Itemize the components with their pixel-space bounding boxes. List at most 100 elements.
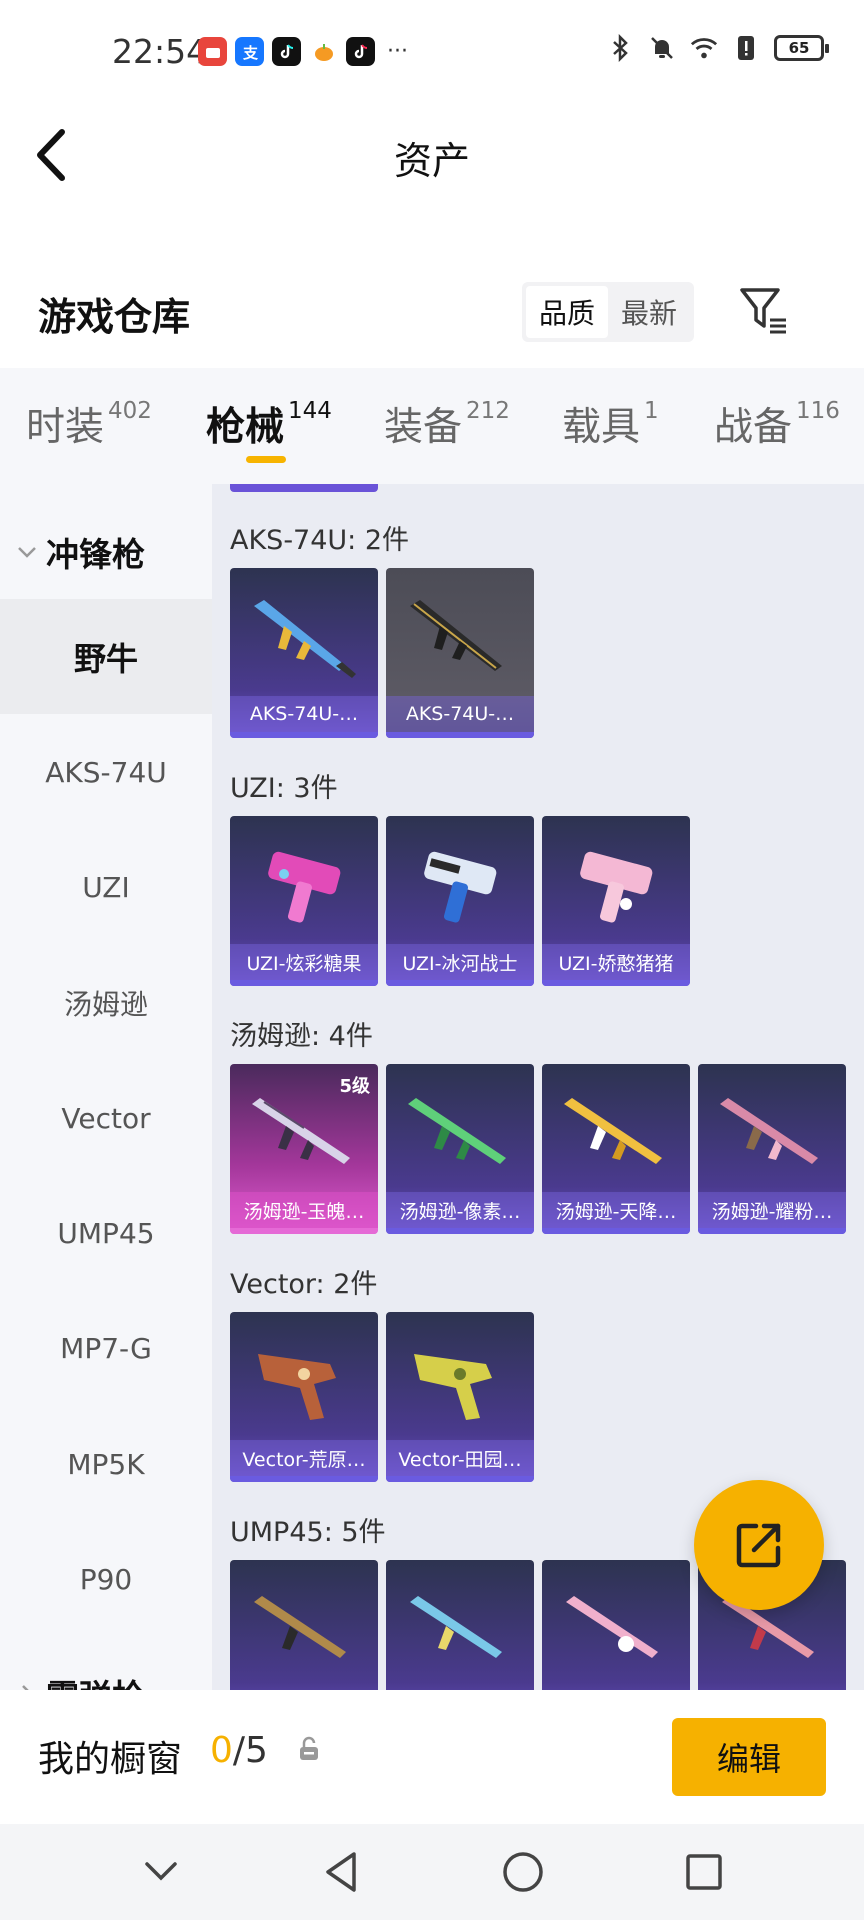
page-title: 资产 (393, 139, 470, 183)
nav-recents-button[interactable] (674, 1842, 734, 1902)
showcase-count-max: /5 (232, 1730, 268, 1771)
tab-firearms[interactable]: 枪械 144 (206, 396, 332, 452)
chevron-down-icon (18, 547, 36, 558)
card-label-bar: UZI-冰河战士 (386, 944, 534, 980)
sidebar-item-thompson[interactable]: 汤姆逊 (0, 945, 212, 1060)
rarity-bar (386, 980, 534, 986)
previous-card-edge (230, 484, 378, 492)
card-label: AKS-74U-… (249, 703, 359, 725)
notification-icons: 支 ··· (198, 37, 408, 66)
status-time: 22:54 (112, 32, 208, 71)
weapon-card[interactable]: AKS-74U-… (230, 568, 378, 738)
tab-count: 402 (108, 398, 152, 424)
weapon-card[interactable]: 汤姆逊-耀粉… (698, 1064, 846, 1234)
card-label: AKS-74U-… (405, 703, 515, 725)
sidebar-item-uzi[interactable]: UZI (0, 830, 212, 945)
tab-equipment[interactable]: 装备 212 (384, 396, 510, 452)
category-tabs: 时装 402 枪械 144 装备 212 载具 1 战备 116 (0, 368, 864, 484)
status-bar: 22:54 支 ··· 65 (0, 0, 864, 100)
share-external-icon (736, 1523, 781, 1568)
card-label: 汤姆逊-玉魄… (243, 1200, 365, 1223)
tab-label: 战备 (714, 405, 793, 450)
weapon-card[interactable] (542, 1560, 690, 1690)
sidebar-item-ump45[interactable]: UMP45 (0, 1176, 212, 1291)
chevron-down-icon (144, 1862, 177, 1881)
sidebar-item-bizon[interactable]: 野牛 (0, 599, 212, 714)
sort-newest-option[interactable]: 最新 (608, 286, 690, 338)
showcase-count: 0 /5 (210, 1730, 268, 1771)
svg-text:支: 支 (242, 44, 259, 62)
sidebar-item-mp7g[interactable]: MP7-G (0, 1291, 212, 1406)
edit-button[interactable]: 编辑 (672, 1718, 826, 1796)
tab-count: 144 (288, 398, 332, 424)
section-title: UMP45: 5件 (230, 1517, 386, 1548)
sidebar-item-mp5k[interactable]: MP5K (0, 1407, 212, 1522)
rarity-bar (230, 1228, 378, 1234)
more-notifications-icon: ··· (387, 39, 408, 64)
sidebar-item-aks74u[interactable]: AKS-74U (0, 715, 212, 830)
rarity-bar (230, 1476, 378, 1482)
section-title: 汤姆逊: 4件 (230, 1021, 373, 1052)
weapon-card[interactable]: 汤姆逊-天降… (542, 1064, 690, 1234)
filter-button[interactable] (738, 284, 790, 336)
weapon-card[interactable]: UZI-冰河战士 (386, 816, 534, 986)
sidebar-item-p90[interactable]: P90 (0, 1522, 212, 1637)
huawei-mall-icon (198, 37, 227, 66)
weapon-card[interactable]: 5级 汤姆逊-玉魄… (230, 1064, 378, 1234)
sidebar-group-shotgun[interactable]: 霰弹枪 (16, 1670, 145, 1690)
sidebar-item-vector[interactable]: Vector (0, 1061, 212, 1176)
showcase-bar: 我的橱窗 0 /5 编辑 (0, 1690, 864, 1824)
card-label: 汤姆逊-像素… (399, 1200, 521, 1223)
tab-label: 装备 (384, 405, 463, 450)
card-label: UZI-炫彩糖果 (246, 952, 362, 975)
section-title: Vector: 2件 (230, 1269, 378, 1300)
weapon-card[interactable]: Vector-田园… (386, 1312, 534, 1482)
weapon-card[interactable]: AKS-74U-… (386, 568, 534, 738)
uzi-skin-icon (580, 851, 653, 923)
card-label-bar: UZI-娇憨猪猪 (542, 944, 690, 980)
nav-collapse-button[interactable] (131, 1842, 191, 1902)
rarity-bar (230, 980, 378, 986)
section-title: UZI: 3件 (230, 773, 338, 804)
ump45-skin-icon (254, 1596, 346, 1658)
card-label: UZI-冰河战士 (402, 952, 518, 975)
card-label: 汤姆逊-天降… (555, 1200, 677, 1223)
active-tab-indicator (246, 456, 286, 463)
circle-home-icon (502, 1852, 543, 1892)
nav-home-button[interactable] (493, 1842, 553, 1902)
tab-fashion[interactable]: 时装 402 (26, 396, 152, 452)
tab-supplies[interactable]: 战备 116 (714, 396, 840, 452)
tab-label: 载具 (562, 405, 641, 450)
system-icons: 65 (606, 34, 829, 62)
card-label: Vector-田园… (398, 1448, 522, 1471)
sort-quality-option[interactable]: 品质 (526, 286, 608, 338)
rarity-bar (386, 1476, 534, 1482)
battery-indicator: 65 (774, 35, 829, 61)
weapon-card[interactable] (230, 1560, 378, 1690)
weapon-card[interactable]: 汤姆逊-像素… (386, 1064, 534, 1234)
weapon-card[interactable]: Vector-荒原… (230, 1312, 378, 1482)
tab-label: 枪械 (206, 405, 285, 450)
douyin-icon (272, 37, 301, 66)
tab-count: 212 (466, 398, 510, 424)
sort-toggle: 品质 最新 (522, 282, 694, 342)
wifi-icon (690, 34, 718, 62)
warehouse-title: 游戏仓库 (38, 295, 191, 339)
rarity-bar (230, 732, 378, 738)
sidebar-group-label: 霰弹枪 (46, 1670, 145, 1690)
weapon-card[interactable]: UZI-炫彩糖果 (230, 816, 378, 986)
weapon-card[interactable]: UZI-娇憨猪猪 (542, 816, 690, 986)
nav-back-button[interactable] (312, 1842, 372, 1902)
rarity-bar (542, 1228, 690, 1234)
sidebar-group-smg[interactable]: 冲锋枪 (16, 528, 145, 576)
card-label: UZI-娇憨猪猪 (558, 952, 674, 975)
card-label-bar: Vector-田园… (386, 1440, 534, 1476)
tab-vehicles[interactable]: 载具 1 (562, 396, 659, 452)
rifle-skin-icon (254, 600, 356, 678)
weapon-card[interactable] (386, 1560, 534, 1690)
card-label-bar: 汤姆逊-像素… (386, 1192, 534, 1228)
card-label-bar: AKS-74U-… (230, 696, 378, 732)
share-fab-button[interactable] (694, 1480, 824, 1610)
uzi-skin-icon (268, 851, 341, 923)
section-title: AKS-74U: 2件 (230, 525, 410, 556)
